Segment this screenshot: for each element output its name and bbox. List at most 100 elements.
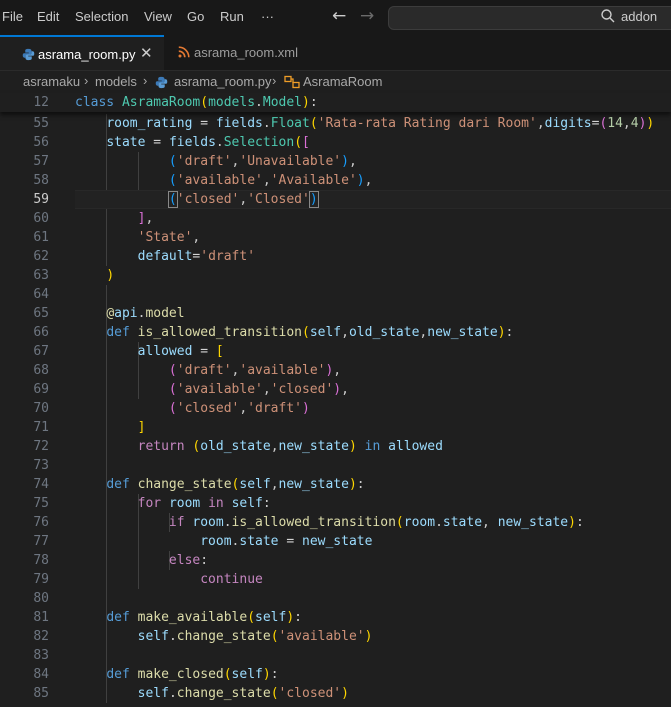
breadcrumb-folder-asramaku[interactable]: asramaku (23, 74, 80, 89)
code-line[interactable]: 70 ('closed','draft') (0, 399, 671, 418)
code-text: if room.is_allowed_transition(room.state… (75, 513, 584, 532)
tab-asrama-room-xml[interactable]: asrama_room.xml (164, 35, 317, 70)
code-line[interactable]: 80 (0, 589, 671, 608)
line-number: 55 (33, 116, 49, 131)
code-line[interactable]: 73 (0, 456, 671, 475)
line-number: 58 (33, 173, 49, 188)
code-line[interactable]: 66 def is_allowed_transition(self,old_st… (0, 323, 671, 342)
code-line[interactable]: 71 ] (0, 418, 671, 437)
code-token: @ (106, 306, 115, 321)
code-line[interactable]: 75 for room in self: (0, 494, 671, 513)
code-line[interactable]: 68 ('draft','available'), (0, 361, 671, 380)
code-line[interactable]: 76 if room.is_allowed_transition(room.st… (0, 513, 671, 532)
code-token: ) (646, 116, 655, 131)
code-token: change_state (137, 477, 232, 492)
code-line[interactable]: 72 return (old_state,new_state) in allow… (0, 437, 671, 456)
code-token: [ (215, 344, 224, 359)
code-token: = (192, 116, 216, 131)
code-token: in (356, 439, 389, 454)
code-line[interactable]: 67 allowed = [ (0, 342, 671, 361)
editor-tab-bar: asrama_room.py ✕ asrama_room.xml (0, 35, 671, 71)
code-token: : (262, 496, 271, 511)
line-number: 76 (33, 515, 49, 530)
code-line[interactable]: 57 ('draft','Unavailable'), (0, 152, 671, 171)
line-number: 70 (33, 401, 49, 416)
code-line[interactable]: 74 def change_state(self,new_state): (0, 475, 671, 494)
tab-asrama-room-py[interactable]: asrama_room.py ✕ (0, 35, 164, 70)
python-file-icon (22, 48, 35, 61)
code-line[interactable]: 81 def make_available(self): (0, 608, 671, 627)
code-line[interactable]: 83 (0, 646, 671, 665)
code-token: 'draft' (247, 401, 302, 416)
code-text: self.change_state('closed') (75, 684, 349, 703)
code-line[interactable]: 77 room.state = new_state (0, 532, 671, 551)
line-number: 74 (33, 477, 49, 492)
code-token: , (482, 515, 498, 530)
code-token: room (168, 496, 201, 511)
line-number: 63 (33, 268, 49, 283)
code-token: : (575, 515, 584, 530)
code-line[interactable]: 56 state = fields.Selection([ (0, 133, 671, 152)
code-line[interactable]: 84 def make_closed(self): (0, 665, 671, 684)
code-line[interactable]: 69 ('available','closed'), (0, 380, 671, 399)
code-line[interactable]: 61 'State', (0, 228, 671, 247)
code-line[interactable]: 82 self.change_state('available') (0, 627, 671, 646)
code-line[interactable]: 60 ], (0, 209, 671, 228)
code-line[interactable]: 78 else: (0, 551, 671, 570)
code-line[interactable]: 62 default='draft' (0, 247, 671, 266)
code-text: room_rating = fields.Float('Rata-rata Ra… (75, 114, 654, 133)
line-number: 82 (33, 629, 49, 644)
code-token: ( (200, 95, 209, 110)
forward-arrow-icon[interactable]: → (360, 6, 374, 26)
code-token: change_state (176, 686, 271, 701)
breadcrumb-class[interactable]: AsramaRoom (303, 74, 382, 89)
code-line[interactable]: 64 (0, 285, 671, 304)
code-token: new_state (302, 534, 373, 549)
code-line[interactable]: 85 self.change_state('closed') (0, 684, 671, 703)
code-token: is_allowed_transition (231, 515, 396, 530)
code-token: ) (302, 95, 310, 110)
code-token: self (309, 325, 342, 340)
back-arrow-icon[interactable]: ← (332, 6, 346, 26)
menu-run[interactable]: Run (220, 9, 244, 24)
code-token: old_state (348, 325, 420, 340)
sticky-code-line: class AsramaRoom(models.Model): (75, 93, 318, 112)
code-token: 'Closed' (247, 192, 310, 207)
code-token: ) (341, 154, 349, 169)
close-icon[interactable]: ✕ (140, 44, 153, 62)
code-line[interactable]: 58 ('available','Available'), (0, 171, 671, 190)
code-token: ( (168, 401, 177, 416)
breadcrumb-file[interactable]: asrama_room.py (174, 74, 272, 89)
menu-edit[interactable]: Edit (37, 9, 59, 24)
code-line[interactable]: 59 ('closed','Closed') (0, 190, 671, 209)
code-token: 'draft' (176, 154, 232, 169)
code-editor[interactable]: 55 room_rating = fields.Float('Rata-rata… (0, 112, 671, 707)
menu-more[interactable]: ··· (261, 9, 274, 24)
line-number: 67 (33, 344, 49, 359)
sticky-scroll-header[interactable]: 12 class AsramaRoom(models.Model): (0, 93, 671, 112)
menu-view[interactable]: View (144, 9, 172, 24)
menu-go[interactable]: Go (187, 9, 204, 24)
code-text: ('draft','Unavailable'), (75, 152, 357, 171)
code-text: 'State', (75, 228, 201, 247)
line-number: 77 (33, 534, 49, 549)
code-token: ) (568, 515, 576, 530)
menu-file[interactable]: File (2, 9, 23, 24)
code-token: . (168, 629, 177, 644)
code-token: digits (544, 116, 592, 131)
code-line[interactable]: 65 @api.model (0, 304, 671, 323)
menu-selection[interactable]: Selection (75, 9, 128, 24)
code-line[interactable]: 55 room_rating = fields.Float('Rata-rata… (0, 114, 671, 133)
code-text: for room in self: (75, 494, 271, 513)
code-text: ('draft','available'), (75, 361, 341, 380)
code-line[interactable]: 79 continue (0, 570, 671, 589)
code-token: , (536, 116, 545, 131)
breadcrumb-folder-models[interactable]: models (95, 74, 137, 89)
code-line[interactable]: 63 ) (0, 266, 671, 285)
